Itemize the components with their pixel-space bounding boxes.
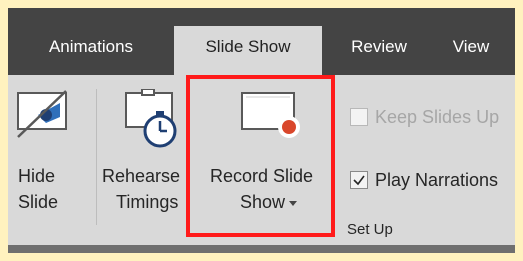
- play-narrations-checkbox[interactable]: [350, 171, 368, 189]
- rehearse-timings-button[interactable]: Rehearse Timings: [100, 75, 190, 245]
- ribbon-bottom-edge: [8, 245, 515, 253]
- rehearse-timings-label-line1: Rehearse: [102, 166, 181, 186]
- tab-animations[interactable]: Animations: [28, 30, 154, 75]
- hide-slide-label-line2: Slide: [18, 192, 59, 212]
- hide-slide-button[interactable]: Hide Slide: [8, 75, 84, 245]
- rehearse-timings-label-line2: Timings: [116, 192, 179, 212]
- tab-review[interactable]: Review: [334, 30, 424, 75]
- checkmark-icon: [353, 175, 365, 186]
- group-label-set-up: Set Up: [347, 221, 393, 238]
- rehearse-timings-icon: [125, 89, 177, 148]
- group-separator: [96, 89, 97, 225]
- highlight-box: [186, 75, 335, 237]
- keep-slides-updated-checkbox[interactable]: [350, 108, 368, 126]
- play-narrations-label: Play Narrations: [375, 170, 499, 190]
- hide-slide-label-line1: Hide: [18, 166, 56, 186]
- hide-slide-icon: [17, 90, 67, 138]
- keep-slides-updated-label: Keep Slides Up: [375, 107, 500, 127]
- ribbon-tab-bar: Animations Slide Show Review View: [8, 8, 515, 75]
- tab-view[interactable]: View: [440, 30, 502, 75]
- tab-slide-show[interactable]: Slide Show: [174, 26, 322, 75]
